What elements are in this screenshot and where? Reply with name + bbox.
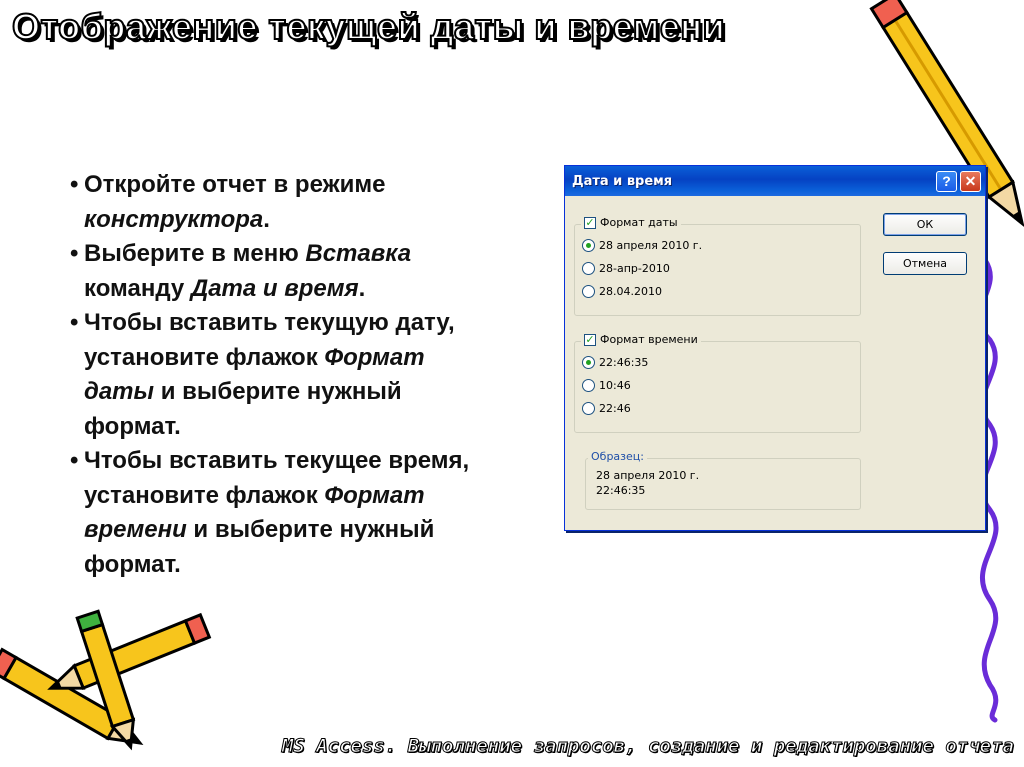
bullet-item: • Чтобы вставить текущее время, установит… bbox=[70, 444, 490, 582]
bullet-dot: • bbox=[70, 171, 79, 198]
slide-footer: MS Access. Выполнение запросов, создание… bbox=[281, 735, 1014, 758]
ok-button[interactable]: ОК bbox=[883, 213, 967, 236]
date-option-1[interactable]: 28 апреля 2010 г. bbox=[582, 239, 702, 252]
time-option-3-label: 22:46 bbox=[599, 402, 631, 415]
radio-icon bbox=[582, 239, 595, 252]
bullet-emphasis: Дата и время bbox=[190, 274, 359, 302]
bullet-text: Откройте отчет в режиме bbox=[84, 171, 386, 198]
radio-icon bbox=[582, 402, 595, 415]
bullet-item: • Чтобы вставить текущую дату, установите… bbox=[70, 306, 490, 444]
sample-date: 28 апреля 2010 г. bbox=[596, 469, 700, 482]
time-option-2[interactable]: 10:46 bbox=[582, 379, 631, 392]
pencil-bottom-left-1 bbox=[0, 647, 144, 746]
pencil-bottom-left-3 bbox=[75, 609, 136, 751]
time-option-1[interactable]: 22:46:35 bbox=[582, 356, 648, 369]
date-option-2[interactable]: 28-апр-2010 bbox=[582, 262, 670, 275]
time-format-label: Формат времени bbox=[600, 333, 698, 346]
time-option-2-label: 10:46 bbox=[599, 379, 631, 392]
date-option-3-label: 28.04.2010 bbox=[599, 285, 662, 298]
close-button[interactable]: ✕ bbox=[960, 170, 981, 192]
cancel-button[interactable]: Отмена bbox=[883, 252, 967, 275]
date-format-label: Формат даты bbox=[600, 216, 678, 229]
radio-icon bbox=[582, 285, 595, 298]
bullet-item: • Выберите в меню Вставка команду Дата и … bbox=[70, 237, 490, 306]
dialog-title: Дата и время bbox=[572, 173, 673, 189]
bullet-text: . bbox=[358, 274, 366, 302]
date-format-checkbox[interactable]: ✓ bbox=[584, 216, 596, 229]
date-option-3[interactable]: 28.04.2010 bbox=[582, 285, 662, 298]
pencil-bottom-left-2 bbox=[47, 612, 212, 691]
bullet-dot: • bbox=[70, 240, 79, 267]
bullet-emphasis: Вставка bbox=[305, 240, 412, 267]
radio-icon bbox=[582, 356, 595, 369]
slide-title: Отображение текущей даты и времени bbox=[11, 5, 726, 48]
radio-icon bbox=[582, 262, 595, 275]
bullet-list: • Откройте отчет в режиме конструктора. • В… bbox=[70, 168, 490, 582]
time-option-1-label: 22:46:35 bbox=[599, 356, 649, 369]
sample-time: 22:46:35 bbox=[596, 484, 646, 497]
help-button[interactable]: ? bbox=[936, 170, 957, 192]
bullet-dot: • bbox=[70, 447, 79, 474]
dialog-titlebar[interactable]: Дата и время ? ✕ bbox=[565, 166, 985, 196]
sample-label: Образец: bbox=[591, 450, 644, 463]
bullet-text: Выберите в меню bbox=[84, 240, 306, 267]
time-format-checkbox[interactable]: ✓ bbox=[584, 333, 596, 346]
sample-group: Образец: 28 апреля 2010 г. 22:46:35 bbox=[585, 450, 861, 510]
date-time-dialog: Дата и время ? ✕ ✓ Формат даты 28 апреля… bbox=[564, 165, 986, 531]
date-option-2-label: 28-апр-2010 bbox=[599, 262, 670, 275]
time-option-3[interactable]: 22:46 bbox=[582, 402, 631, 415]
bullet-item: • Откройте отчет в режиме конструктора. bbox=[70, 168, 490, 237]
radio-icon bbox=[582, 379, 595, 392]
date-format-group: ✓ Формат даты 28 апреля 2010 г. 28-апр-2… bbox=[574, 216, 861, 316]
bullet-text: . bbox=[263, 205, 270, 233]
time-format-group: ✓ Формат времени 22:46:35 10:46 22:46 bbox=[574, 333, 861, 433]
bullet-text: команду bbox=[84, 274, 191, 302]
bullet-dot: • bbox=[70, 309, 79, 336]
date-option-1-label: 28 апреля 2010 г. bbox=[599, 239, 703, 252]
bullet-emphasis: конструктора bbox=[84, 205, 264, 233]
